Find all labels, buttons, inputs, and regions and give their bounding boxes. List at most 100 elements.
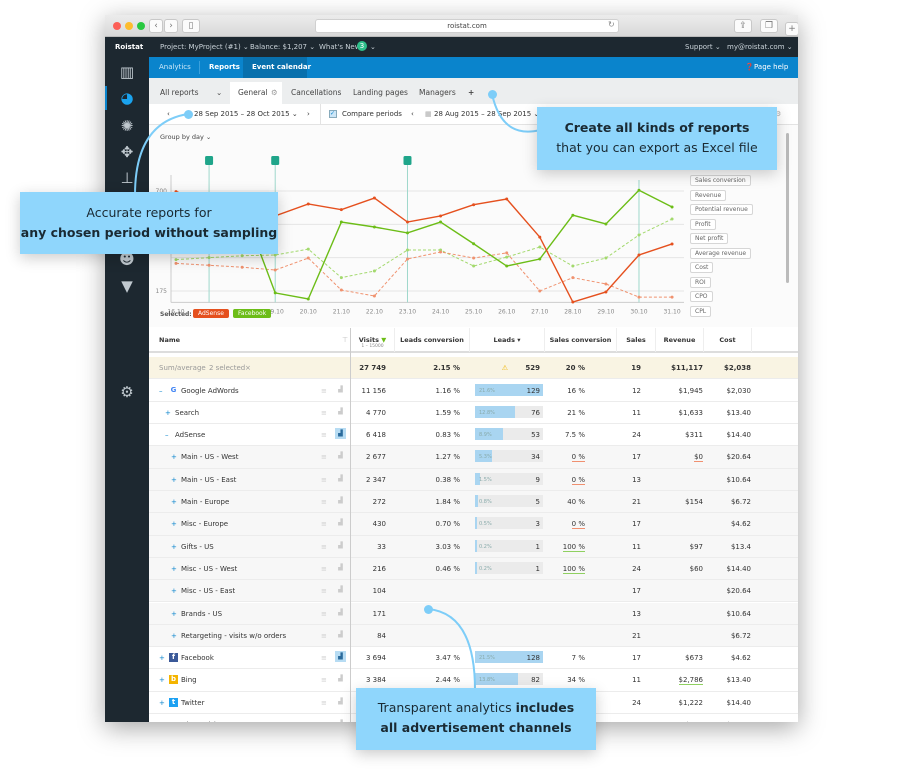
expand-toggle[interactable]: – [165,431,169,439]
col-leads[interactable]: Leads ▾ [470,328,545,352]
back-icon[interactable]: ‹ [149,19,163,33]
chart-toggle-icon[interactable]: ▟ [335,718,346,722]
table-row[interactable]: + Main - US - East ≡ ▟ 2 347 0.38 % 1.5% 9 0 % 13… [149,468,798,491]
expand-toggle[interactable]: + [171,520,177,528]
chart-toggle-icon[interactable]: ▟ [335,428,346,440]
metric-toggle[interactable]: CPL [690,305,712,317]
compare-checkbox[interactable]: ✓ [329,110,337,118]
chevron-down-icon[interactable]: ⌄ [216,88,222,97]
chart-toggle-icon[interactable]: ▟ [335,473,346,484]
expand-toggle[interactable]: – [159,387,163,395]
metric-toggle[interactable]: Cost [690,262,714,273]
balance-dropdown[interactable]: Balance: $1,207 ⌄ [250,43,315,51]
table-row[interactable]: + Search ≡ ▟ 4 770 1.59 % 12.8% 76 21 % 11 $1,633 $… [149,402,798,425]
compare-period-picker[interactable]: 28 Aug 2015 – 28 Sep 2015 ⌄ [434,110,539,118]
expand-toggle[interactable]: + [171,543,177,551]
page-help-link[interactable]: Page help [754,63,788,71]
chart-toggle-icon[interactable]: ▟ [335,696,346,707]
list-icon[interactable]: ≡ [321,565,327,573]
list-icon[interactable]: ≡ [321,610,327,618]
pie-chart-icon[interactable]: ◕ [117,88,137,108]
col-sales-conversion[interactable]: Sales conversion [545,328,617,352]
metric-toggle[interactable]: Average revenue [690,247,752,259]
funnel-icon[interactable]: ▼ [117,276,137,296]
expand-toggle[interactable]: + [159,654,165,662]
chart-toggle-icon[interactable]: ▟ [335,406,346,417]
table-row[interactable]: + Gifts - US ≡ ▟ 33 3.03 % 0.2% 1 100 % 11 $97 $13.… [149,535,798,558]
chart-toggle-icon[interactable]: ▟ [335,540,346,551]
crosshair-icon[interactable]: ✥ [117,142,137,162]
palette-icon[interactable]: ✺ [117,116,137,136]
filter-icon[interactable]: ⊤ [342,336,348,344]
filter-active-icon[interactable]: ▼ [381,336,386,344]
table-row[interactable]: + f Facebook ≡ ▟ 3 694 3.47 % 21.5% 128 7 % 17 $673… [149,647,798,670]
list-icon[interactable]: ≡ [321,453,327,461]
metric-toggle[interactable]: ROI [690,276,711,288]
gear-icon[interactable]: ⚙ [271,88,278,97]
expand-toggle[interactable]: + [171,476,177,484]
expand-toggle[interactable]: + [171,632,177,640]
list-icon[interactable]: ≡ [321,699,327,707]
expand-toggle[interactable]: + [171,587,177,595]
reload-icon[interactable]: ↻ [608,20,615,29]
list-icon[interactable]: ≡ [321,721,327,722]
maximize-window-button[interactable] [137,22,145,30]
metric-toggle[interactable]: Sales conversion [690,175,751,186]
tab-landing-pages[interactable]: Landing pages [353,88,408,97]
list-icon[interactable]: ≡ [321,431,327,439]
chart-toggle-icon[interactable]: ▟ [335,450,346,461]
address-bar[interactable]: roistat.com [315,19,619,33]
prev-compare-button[interactable]: ‹ [411,110,414,118]
close-window-button[interactable] [113,22,121,30]
minimize-window-button[interactable] [125,22,133,30]
list-icon[interactable]: ≡ [321,587,327,595]
all-reports-dropdown[interactable]: All reports [160,88,199,97]
expand-toggle[interactable]: + [171,565,177,573]
table-row[interactable]: + Brands - US ≡ ▟ 171 13 $10.64 [149,602,798,625]
chevron-down-icon[interactable]: ⌄ [370,43,376,51]
col-sales[interactable]: Sales [617,328,656,352]
table-row[interactable]: + Misc - US - West ≡ ▟ 216 0.46 % 0.2% 1 100 % 24… [149,557,798,581]
col-visits[interactable]: Visits ▼ 1 – 15000 [351,328,395,352]
tab-general-label[interactable]: General [238,88,268,97]
clear-selection-button[interactable]: × [245,364,251,372]
table-row[interactable]: + Main - US - West ≡ ▟ 2 677 1.27 % 5.3% 34 0 % 1… [149,446,798,469]
chart-toggle-icon[interactable]: ▟ [335,629,346,640]
selected-chip-facebook[interactable]: Facebook [233,309,272,318]
share-icon[interactable]: ⇪ [734,19,752,33]
chart-toggle-icon[interactable]: ▟ [335,495,346,506]
metric-toggle[interactable]: CPO [690,291,713,302]
event-marker-icon[interactable] [403,156,412,165]
list-icon[interactable]: ≡ [321,476,327,484]
col-revenue[interactable]: Revenue [656,328,704,352]
list-icon[interactable]: ≡ [321,498,327,506]
table-row[interactable]: – AdSense ≡ ▟ 6 418 0.83 % 8.9% 53 7.5 % 24 $311 $1… [149,424,798,447]
table-row[interactable]: – G Google AdWords ≡ ▟ 11 156 1.16 % 21.6% 129 16… [149,380,798,402]
metric-toggle[interactable]: Profit [690,218,716,230]
period-picker[interactable]: 28 Sep 2015 – 28 Oct 2015 ⌄ [194,110,298,118]
compare-periods-label[interactable]: Compare periods [342,110,402,118]
sitemap-icon[interactable]: ⊥ [117,168,137,188]
list-icon[interactable]: ≡ [321,676,327,684]
scrollbar[interactable] [786,133,789,283]
next-period-button[interactable]: › [307,110,310,118]
event-marker-icon[interactable] [271,156,280,165]
nav-event-calendar[interactable]: Event calendar [252,63,311,71]
list-icon[interactable]: ≡ [321,387,327,395]
chart-toggle-icon[interactable]: ▟ [335,673,346,684]
gear-icon[interactable]: ⚙ [117,382,137,402]
project-selector[interactable]: Project: MyProject (#1) ⌄ [160,43,249,51]
support-menu[interactable]: Support ⌄ [685,43,721,51]
add-tab-button[interactable]: + [468,88,474,97]
table-row[interactable]: + Retargeting - visits w/o orders ≡ ▟ 84 21 $6… [149,624,798,648]
expand-toggle[interactable]: + [171,610,177,618]
new-tab-icon[interactable]: + [785,22,798,36]
list-icon[interactable]: ≡ [321,654,327,662]
sidebar-toggle-icon[interactable]: ▯ [182,19,200,33]
account-menu[interactable]: my@roistat.com ⌄ [727,43,793,51]
col-name[interactable]: Name [159,328,351,352]
bar-chart-icon[interactable]: ▥ [117,62,137,82]
expand-toggle[interactable]: + [159,676,165,684]
help-icon[interactable]: ❓ [745,63,754,71]
expand-toggle[interactable]: + [171,498,177,506]
